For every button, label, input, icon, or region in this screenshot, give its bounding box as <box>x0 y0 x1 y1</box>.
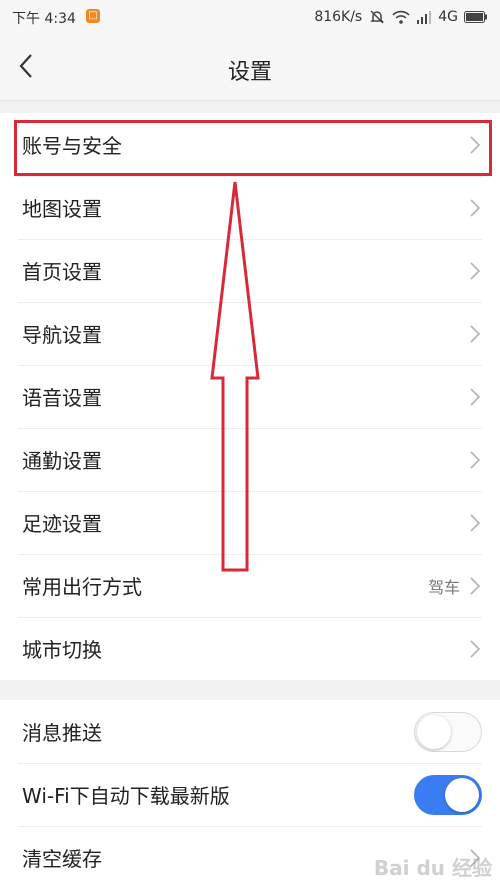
battery-icon <box>464 11 487 23</box>
settings-item-account-security[interactable]: 账号与安全 <box>0 113 500 176</box>
settings-item-clear-cache[interactable]: 清空缓存 <box>0 826 500 889</box>
page-title: 设置 <box>227 60 272 85</box>
settings-item-value: 驾车 <box>427 577 460 597</box>
status-right: 816K/s 4G <box>314 8 488 26</box>
settings-item-voice[interactable]: 语音设置 <box>0 365 500 428</box>
nav-header: 设置 <box>0 34 500 101</box>
push-toggle[interactable] <box>414 711 482 752</box>
settings-item-label: 导航设置 <box>22 323 102 347</box>
chevron-right-icon <box>470 639 481 658</box>
chevron-right-icon <box>470 135 481 154</box>
settings-list: 账号与安全 地图设置 首页设置 导航设置 语音设置 通勤设置 足迹设置 常用出行… <box>0 113 500 680</box>
chevron-right-icon <box>470 513 481 532</box>
settings-item-wifi-auto-update: Wi-Fi下自动下载最新版 <box>0 763 500 826</box>
settings-item-travel-mode[interactable]: 常用出行方式 驾车 <box>0 554 500 617</box>
settings-item-label: 城市切换 <box>22 638 102 662</box>
mute-bell-icon <box>370 10 385 24</box>
wifi-icon <box>392 10 410 24</box>
toggle-knob <box>417 714 451 749</box>
signal-icon <box>417 11 432 24</box>
toggle-knob <box>445 777 479 812</box>
settings-item-label: 常用出行方式 <box>22 575 142 599</box>
status-bar: 下午 4:34 □ 816K/s 4G <box>0 0 500 34</box>
status-time: 下午 4:34 <box>12 11 76 27</box>
preferences-list: 消息推送 Wi-Fi下自动下载最新版 清空缓存 <box>0 700 500 889</box>
chevron-right-icon <box>470 387 481 406</box>
app-notification-icon: □ <box>86 9 100 23</box>
wifi-update-toggle[interactable] <box>414 774 482 815</box>
settings-item-city-switch[interactable]: 城市切换 <box>0 617 500 680</box>
settings-item-label: 消息推送 <box>22 721 102 745</box>
chevron-right-icon <box>470 324 481 343</box>
settings-item-label: 账号与安全 <box>22 134 122 158</box>
settings-item-homepage[interactable]: 首页设置 <box>0 239 500 302</box>
settings-item-label: 语音设置 <box>22 386 102 410</box>
chevron-right-icon <box>470 576 481 595</box>
settings-item-push: 消息推送 <box>0 700 500 763</box>
settings-item-label: 清空缓存 <box>22 847 102 871</box>
settings-item-footprint[interactable]: 足迹设置 <box>0 491 500 554</box>
settings-item-navigation[interactable]: 导航设置 <box>0 302 500 365</box>
settings-item-label: 足迹设置 <box>22 512 102 536</box>
settings-item-label: Wi-Fi下自动下载最新版 <box>22 784 230 808</box>
chevron-right-icon <box>470 261 481 280</box>
settings-item-label: 首页设置 <box>22 260 102 284</box>
settings-item-label: 通勤设置 <box>22 449 102 473</box>
settings-item-label: 地图设置 <box>22 197 102 221</box>
chevron-right-icon <box>470 848 481 867</box>
net-speed: 816K/s <box>314 9 363 25</box>
settings-item-map[interactable]: 地图设置 <box>0 176 500 239</box>
network-type: 4G <box>438 9 458 25</box>
chevron-right-icon <box>470 198 481 217</box>
chevron-right-icon <box>470 450 481 469</box>
settings-item-commute[interactable]: 通勤设置 <box>0 428 500 491</box>
